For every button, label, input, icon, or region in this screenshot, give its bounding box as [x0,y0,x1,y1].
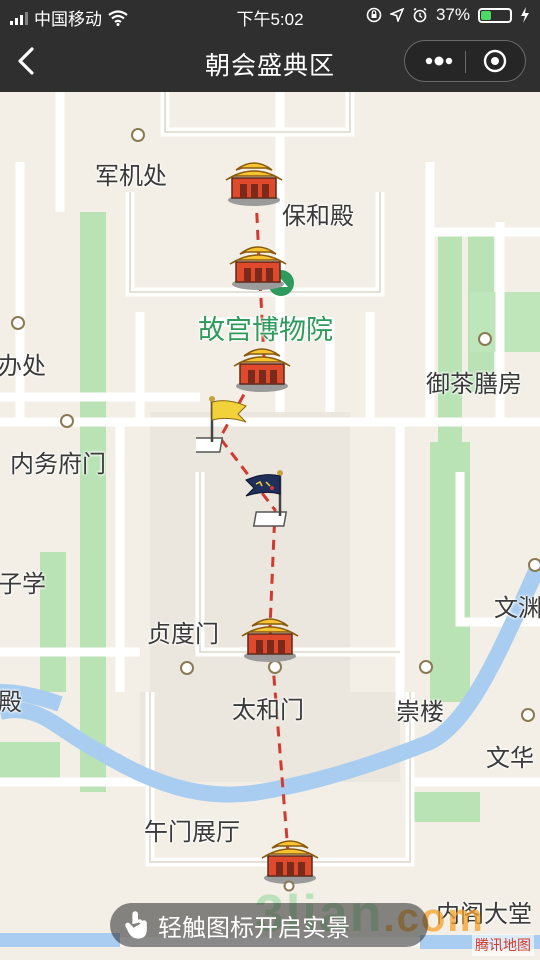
poi-label-wenhua[interactable]: 文华 [486,738,534,773]
poi-label-neige[interactable]: 内阁大堂 [436,894,532,929]
touch-bar-label: 轻触图标开启实景 [158,914,350,942]
more-dots-icon[interactable] [415,41,463,81]
poi-label-wenyuan[interactable]: 文渊 [494,588,540,623]
target-close-icon[interactable] [471,41,519,81]
battery-percent: 37% [435,5,470,24]
poi-dot-banchu[interactable] [11,316,25,330]
yellow-flag-marker-icon[interactable] [196,394,252,456]
poi-dot-neiwufu[interactable] [60,414,74,428]
poi-label-zhendumen[interactable]: 贞度门 [147,614,219,649]
tencent-map-logo: 腾讯地图 [472,934,534,956]
mini-program-capsule [404,40,526,82]
poi-label-wumen-hall[interactable]: 午门展厅 [144,812,240,847]
poi-dot-wenhua[interactable] [521,708,535,722]
poi-dot-yucha[interactable] [478,332,492,346]
location-arrow-icon [389,8,404,22]
palace-marker-icon[interactable] [228,238,288,292]
status-bar: 中国移动 下午5:02 37% [0,0,540,30]
blue-flag-marker-icon[interactable] [242,468,298,530]
charging-bolt-icon [521,7,529,23]
palace-marker-icon[interactable] [224,154,284,208]
alarm-icon [413,7,427,23]
poi-label-banchu[interactable]: 办处 [0,346,46,381]
poi-dot-junjichu[interactable] [131,128,145,142]
poi-label-dian[interactable]: 殿 [0,682,22,717]
poi-label-zixue[interactable]: 子学 [0,564,46,599]
poi-dot-chonglou[interactable] [419,660,433,674]
battery-icon [478,7,512,23]
touch-to-open-live-view-button[interactable]: 轻触图标开启实景 [110,903,428,947]
palace-marker-icon[interactable] [240,610,300,664]
rotation-lock-icon [366,7,382,23]
palace-marker-icon[interactable] [260,832,320,886]
poi-label-taihemen[interactable]: 太和门 [232,690,304,725]
navigation-bar: 朝会盛典区 [0,30,540,92]
tap-hand-icon [125,911,147,939]
poi-label-junjichu[interactable]: 军机处 [95,156,167,191]
poi-dot-wenyuan[interactable] [528,558,540,572]
poi-dot-zhendumen[interactable] [180,661,194,675]
poi-label-neiwufu[interactable]: 内务府门 [10,444,106,479]
palace-marker-icon[interactable] [232,340,292,394]
poi-label-chonglou[interactable]: 崇楼 [396,692,444,727]
poi-label-baohedian[interactable]: 保和殿 [282,196,354,231]
poi-label-yucha[interactable]: 御茶膳房 [426,364,522,399]
location-dot-icon [283,880,295,892]
map-view[interactable]: 军机处 保和殿 故宫博物院 办处 御茶膳房 内务府门 子学 文渊 贞度门 殿 太… [0,92,540,960]
